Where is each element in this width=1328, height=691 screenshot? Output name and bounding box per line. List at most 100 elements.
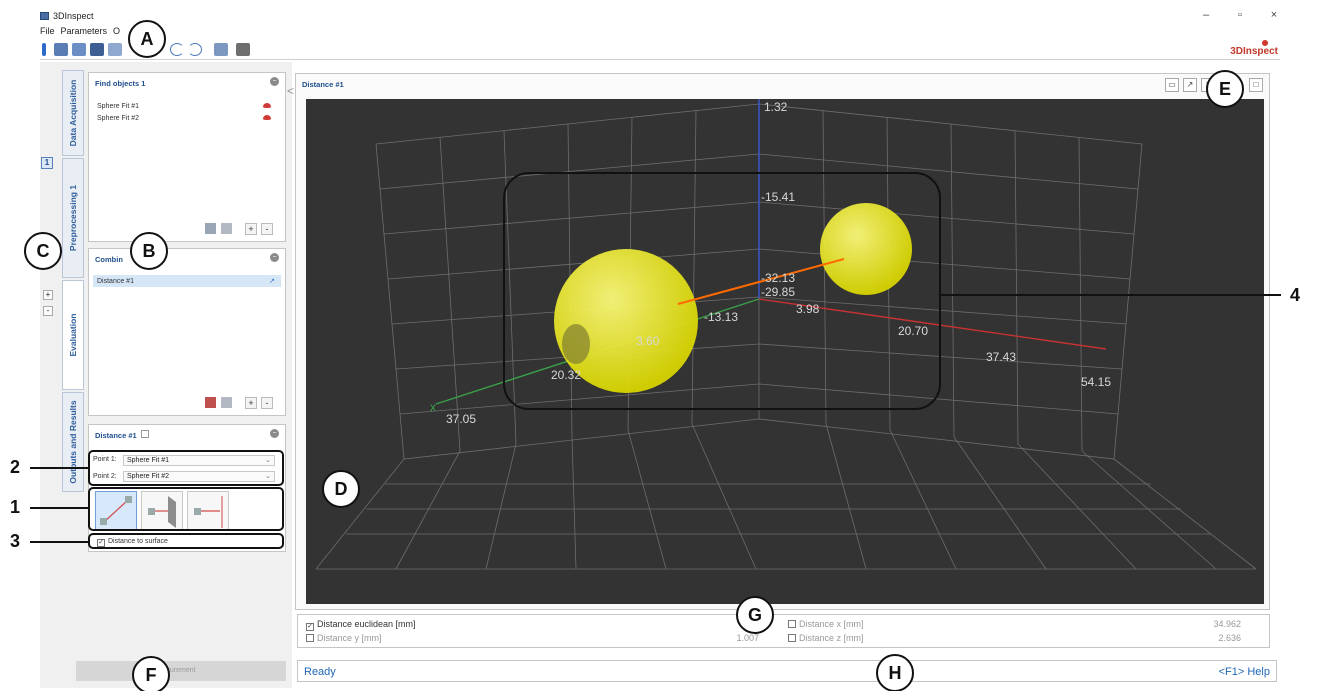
remove-combine-button[interactable]: - bbox=[261, 397, 273, 409]
combine-panel: Combin − Distance #1 ↗ + - bbox=[88, 248, 286, 416]
tab-label: Data Acquisition bbox=[68, 79, 78, 147]
minimize-button[interactable]: – bbox=[1198, 9, 1214, 21]
collapse-sidebar-icon[interactable]: < bbox=[287, 84, 294, 98]
checkbox-icon: ✓ bbox=[306, 623, 314, 631]
callout-f: F bbox=[132, 656, 170, 691]
pick-icon[interactable]: ↗ bbox=[1183, 78, 1197, 92]
status-bar: Ready <F1> Help bbox=[297, 660, 1277, 682]
result-euclidean[interactable]: ✓ Distance euclidean [mm] bbox=[306, 619, 416, 631]
undo-icon[interactable] bbox=[170, 43, 184, 56]
callout-g: G bbox=[736, 596, 774, 634]
status-dot-icon bbox=[263, 115, 271, 123]
callout-h: H bbox=[876, 654, 914, 691]
callout-c: C bbox=[24, 232, 62, 270]
app-root: 3DInspect – ▫ × File Parameters O 3DInsp… bbox=[0, 0, 1328, 691]
result-x[interactable]: Distance x [mm] bbox=[788, 619, 864, 629]
export-icon[interactable]: □ bbox=[1249, 78, 1263, 92]
menu-options[interactable]: O bbox=[113, 26, 120, 38]
tab-preprocessing[interactable]: Preprocessing 1 bbox=[62, 158, 84, 278]
ruler-icon[interactable]: ▭ bbox=[1165, 78, 1179, 92]
status-text: Ready bbox=[304, 666, 336, 678]
app-icon bbox=[40, 12, 49, 20]
label-d: 54.15 bbox=[1081, 375, 1111, 389]
copy-icon[interactable] bbox=[205, 223, 216, 234]
tab-evaluation[interactable]: Evaluation bbox=[62, 280, 84, 390]
toolbar-marker-icon bbox=[42, 43, 46, 56]
edit-icon[interactable] bbox=[141, 430, 149, 438]
remove-object-button[interactable]: - bbox=[261, 223, 273, 235]
label-g: 37.05 bbox=[446, 412, 476, 426]
collapse-icon[interactable]: − bbox=[270, 77, 279, 86]
find-objects-panel: Find objects 1 − Sphere Fit #1 Sphere Fi… bbox=[88, 72, 286, 242]
annotation-box-4 bbox=[503, 172, 941, 410]
import-icon[interactable] bbox=[214, 43, 228, 56]
maximize-button[interactable]: ▫ bbox=[1232, 9, 1248, 21]
redo-icon[interactable] bbox=[188, 43, 202, 56]
tab-outputs-results[interactable]: Outputs and Results bbox=[62, 392, 84, 492]
result-label: Distance euclidean [mm] bbox=[317, 619, 416, 629]
annotation-number-2: 2 bbox=[10, 457, 21, 477]
label-z-top: 1.32 bbox=[764, 100, 788, 114]
collapse-icon[interactable]: − bbox=[270, 253, 279, 262]
checkbox-icon bbox=[788, 634, 796, 642]
vertical-tabs: Data Acquisition Preprocessing 1 Evaluat… bbox=[62, 62, 84, 492]
collapse-icon[interactable]: − bbox=[270, 429, 279, 438]
settings-icon[interactable] bbox=[236, 43, 250, 56]
save-as-icon[interactable] bbox=[108, 43, 122, 56]
callout-a: A bbox=[128, 20, 166, 58]
add-object-button[interactable]: + bbox=[245, 223, 257, 235]
annotation-line-2 bbox=[30, 467, 88, 469]
window-title: 3DInspect bbox=[53, 11, 94, 21]
start-measurement-button[interactable]: surement bbox=[76, 661, 286, 681]
panel-title: Find objects 1 bbox=[95, 79, 146, 88]
label-x-axis: x bbox=[430, 400, 436, 414]
combine-delete-icon[interactable] bbox=[221, 397, 232, 408]
close-button[interactable]: × bbox=[1266, 9, 1282, 21]
label-c: 37.43 bbox=[986, 350, 1016, 364]
combine-copy-icon[interactable] bbox=[205, 397, 216, 408]
list-item[interactable]: Sphere Fit #2 bbox=[97, 115, 139, 122]
add-tab-button[interactable]: + bbox=[43, 290, 53, 300]
results-table: ✓ Distance euclidean [mm] Distance x [mm]… bbox=[297, 614, 1270, 648]
result-label: Distance y [mm] bbox=[317, 633, 382, 643]
list-item[interactable]: Distance #1 bbox=[97, 278, 134, 285]
link-icon: ↗ bbox=[269, 278, 275, 285]
title-bar: 3DInspect – ▫ × bbox=[36, 8, 1292, 24]
menu-bar: File Parameters O bbox=[40, 26, 120, 38]
list-item[interactable]: Sphere Fit #1 bbox=[97, 103, 139, 110]
tab-label: Preprocessing 1 bbox=[68, 184, 78, 252]
checkbox-icon bbox=[306, 634, 314, 642]
add-combine-button[interactable]: + bbox=[245, 397, 257, 409]
brand-logo: 3DInspect bbox=[1230, 46, 1278, 57]
menu-parameters[interactable]: Parameters bbox=[61, 26, 108, 38]
new-project-icon[interactable] bbox=[54, 43, 68, 56]
annotation-box-2 bbox=[88, 450, 284, 486]
callout-e: E bbox=[1206, 70, 1244, 108]
checkbox-icon bbox=[788, 620, 796, 628]
help-link[interactable]: <F1> Help bbox=[1219, 666, 1270, 678]
result-y[interactable]: Distance y [mm] bbox=[306, 633, 382, 643]
annotation-box-1 bbox=[88, 487, 284, 531]
menu-file[interactable]: File bbox=[40, 26, 55, 38]
remove-tab-button[interactable]: - bbox=[43, 306, 53, 316]
save-icon[interactable] bbox=[90, 43, 104, 56]
result-label: Distance z [mm] bbox=[799, 633, 864, 643]
toolbar: 3DInspect bbox=[40, 40, 1280, 60]
panel-title: Distance #1 bbox=[95, 431, 137, 440]
status-dot-icon bbox=[263, 103, 271, 111]
result-value: 1.007 bbox=[736, 633, 759, 643]
result-z[interactable]: Distance z [mm] bbox=[788, 633, 864, 643]
annotation-line-1 bbox=[30, 507, 88, 509]
annotation-line-4 bbox=[941, 294, 1281, 296]
page-number-button[interactable]: 1 bbox=[41, 157, 53, 169]
callout-d: D bbox=[322, 470, 360, 508]
annotation-number-3: 3 bbox=[10, 531, 21, 551]
result-value: 2.636 bbox=[1218, 633, 1241, 643]
annotation-number-4: 4 bbox=[1290, 285, 1301, 305]
result-label: Distance x [mm] bbox=[799, 619, 864, 629]
panel-title: Combin bbox=[95, 255, 123, 264]
delete-icon[interactable] bbox=[221, 223, 232, 234]
tab-data-acquisition[interactable]: Data Acquisition bbox=[62, 70, 84, 156]
open-project-icon[interactable] bbox=[72, 43, 86, 56]
annotation-line-3 bbox=[30, 541, 88, 543]
